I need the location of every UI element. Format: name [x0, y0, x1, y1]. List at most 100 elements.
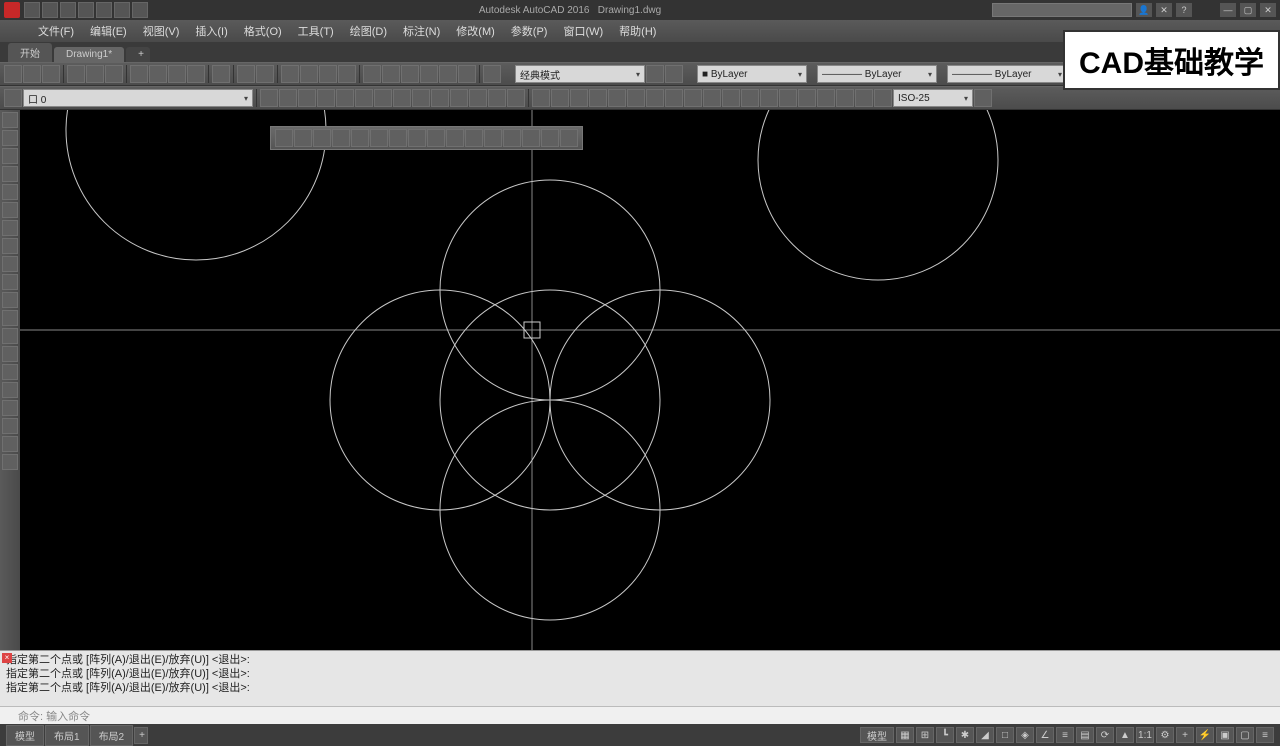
- layerulk-icon[interactable]: [393, 89, 411, 107]
- polar-icon[interactable]: ✱: [956, 727, 974, 743]
- join-icon[interactable]: [503, 129, 521, 147]
- addsel-icon[interactable]: [2, 454, 18, 470]
- layout2-tab[interactable]: 布局2: [90, 725, 134, 746]
- ws-settings-icon[interactable]: [646, 65, 664, 83]
- dim-ins-icon[interactable]: [817, 89, 835, 107]
- zoomwin-icon[interactable]: [319, 65, 337, 83]
- scale-icon[interactable]: [408, 129, 426, 147]
- open-icon[interactable]: [23, 65, 41, 83]
- dim-bas-icon[interactable]: [703, 89, 721, 107]
- transp-icon[interactable]: ▤: [1076, 727, 1094, 743]
- qat-saveas-icon[interactable]: [78, 2, 94, 18]
- mtext-icon[interactable]: [2, 436, 18, 452]
- hw-accel-icon[interactable]: ⚡: [1196, 727, 1214, 743]
- match-icon[interactable]: [187, 65, 205, 83]
- layerprev-icon[interactable]: [260, 89, 278, 107]
- chamfer-icon[interactable]: [522, 129, 540, 147]
- block-icon[interactable]: [212, 65, 230, 83]
- dim-tol-icon[interactable]: [779, 89, 797, 107]
- zoomprev-icon[interactable]: [338, 65, 356, 83]
- otrack-icon[interactable]: ∠: [1036, 727, 1054, 743]
- annomon-icon[interactable]: +: [1176, 727, 1194, 743]
- menu-dimension[interactable]: 标注(N): [395, 20, 448, 42]
- layerchg-icon[interactable]: [431, 89, 449, 107]
- dim-dia-icon[interactable]: [646, 89, 664, 107]
- lwt-icon[interactable]: ≡: [1056, 727, 1074, 743]
- workspace-dropdown[interactable]: 经典模式: [515, 65, 645, 83]
- color-dropdown[interactable]: ■ ByLayer: [697, 65, 807, 83]
- zoom-icon[interactable]: [300, 65, 318, 83]
- minimize-button[interactable]: —: [1220, 3, 1236, 17]
- snap-icon[interactable]: ⊞: [916, 727, 934, 743]
- maximize-button[interactable]: ▢: [1240, 3, 1256, 17]
- menu-modify[interactable]: 修改(M): [448, 20, 503, 42]
- dim-brk-icon[interactable]: [760, 89, 778, 107]
- dim-arc-icon[interactable]: [570, 89, 588, 107]
- tab-start[interactable]: 开始: [8, 43, 52, 62]
- help-icon[interactable]: ?: [1176, 3, 1192, 17]
- explode-icon[interactable]: [560, 129, 578, 147]
- qat-plot-icon[interactable]: [96, 2, 112, 18]
- command-input[interactable]: 命令: 输入命令: [0, 706, 1280, 724]
- layerlck-icon[interactable]: [374, 89, 392, 107]
- dc-icon[interactable]: [382, 65, 400, 83]
- dim-lin-icon[interactable]: [532, 89, 550, 107]
- tab-drawing[interactable]: Drawing1*: [54, 47, 124, 62]
- tp-icon[interactable]: [401, 65, 419, 83]
- qat-new-icon[interactable]: [24, 2, 40, 18]
- layerwlk-icon[interactable]: [469, 89, 487, 107]
- dim-cnt-icon[interactable]: [722, 89, 740, 107]
- menu-edit[interactable]: 编辑(E): [82, 20, 135, 42]
- plot-icon[interactable]: [67, 65, 85, 83]
- layeroff-icon[interactable]: [298, 89, 316, 107]
- ssm-icon[interactable]: [420, 65, 438, 83]
- cmdline-close-button[interactable]: ×: [2, 653, 12, 663]
- line-icon[interactable]: [2, 112, 18, 128]
- lineweight-dropdown[interactable]: ———— ByLayer: [947, 65, 1067, 83]
- layermrg-icon[interactable]: [488, 89, 506, 107]
- markup-icon[interactable]: [439, 65, 457, 83]
- menu-window[interactable]: 窗口(W): [555, 20, 611, 42]
- save-icon[interactable]: [42, 65, 60, 83]
- xline-icon[interactable]: [2, 130, 18, 146]
- menu-file[interactable]: 文件(F): [30, 20, 82, 42]
- layout1-tab[interactable]: 布局1: [45, 725, 89, 746]
- cut-icon[interactable]: [130, 65, 148, 83]
- preview-icon[interactable]: [86, 65, 104, 83]
- polygon-icon[interactable]: [2, 166, 18, 182]
- linetype-dropdown[interactable]: ———— ByLayer: [817, 65, 937, 83]
- dim-ord-icon[interactable]: [589, 89, 607, 107]
- erase-icon[interactable]: [275, 129, 293, 147]
- anno-icon[interactable]: ▲: [1116, 727, 1134, 743]
- layer-dropdown[interactable]: 口 0: [23, 89, 253, 107]
- 3dosnap-icon[interactable]: ◈: [1016, 727, 1034, 743]
- qat-open-icon[interactable]: [42, 2, 58, 18]
- rotate-icon[interactable]: [389, 129, 407, 147]
- menu-draw[interactable]: 绘图(D): [342, 20, 395, 42]
- paste-icon[interactable]: [168, 65, 186, 83]
- qcalc-icon[interactable]: [458, 65, 476, 83]
- point-icon[interactable]: [2, 346, 18, 362]
- dim-qck-icon[interactable]: [684, 89, 702, 107]
- custom-icon[interactable]: ≡: [1256, 727, 1274, 743]
- dimstyle-dropdown[interactable]: ISO-25: [893, 89, 973, 107]
- redo2-icon[interactable]: [256, 65, 274, 83]
- mirror-icon[interactable]: [313, 129, 331, 147]
- cycle-icon[interactable]: ⟳: [1096, 727, 1114, 743]
- array-icon[interactable]: [351, 129, 369, 147]
- ws-lock-icon[interactable]: [665, 65, 683, 83]
- dim-ctr-icon[interactable]: [798, 89, 816, 107]
- makeblock-icon[interactable]: [2, 328, 18, 344]
- trim-icon[interactable]: [446, 129, 464, 147]
- tab-new-button[interactable]: +: [126, 47, 150, 62]
- stretch-icon[interactable]: [427, 129, 445, 147]
- qat-redo-icon[interactable]: [132, 2, 148, 18]
- pan-icon[interactable]: [281, 65, 299, 83]
- help2-icon[interactable]: [483, 65, 501, 83]
- dim-ali-icon[interactable]: [551, 89, 569, 107]
- clean-icon[interactable]: ▢: [1236, 727, 1254, 743]
- props-icon[interactable]: [363, 65, 381, 83]
- model-tab[interactable]: 模型: [6, 725, 44, 746]
- hatch-icon[interactable]: [2, 364, 18, 380]
- dim-upd-icon[interactable]: [874, 89, 892, 107]
